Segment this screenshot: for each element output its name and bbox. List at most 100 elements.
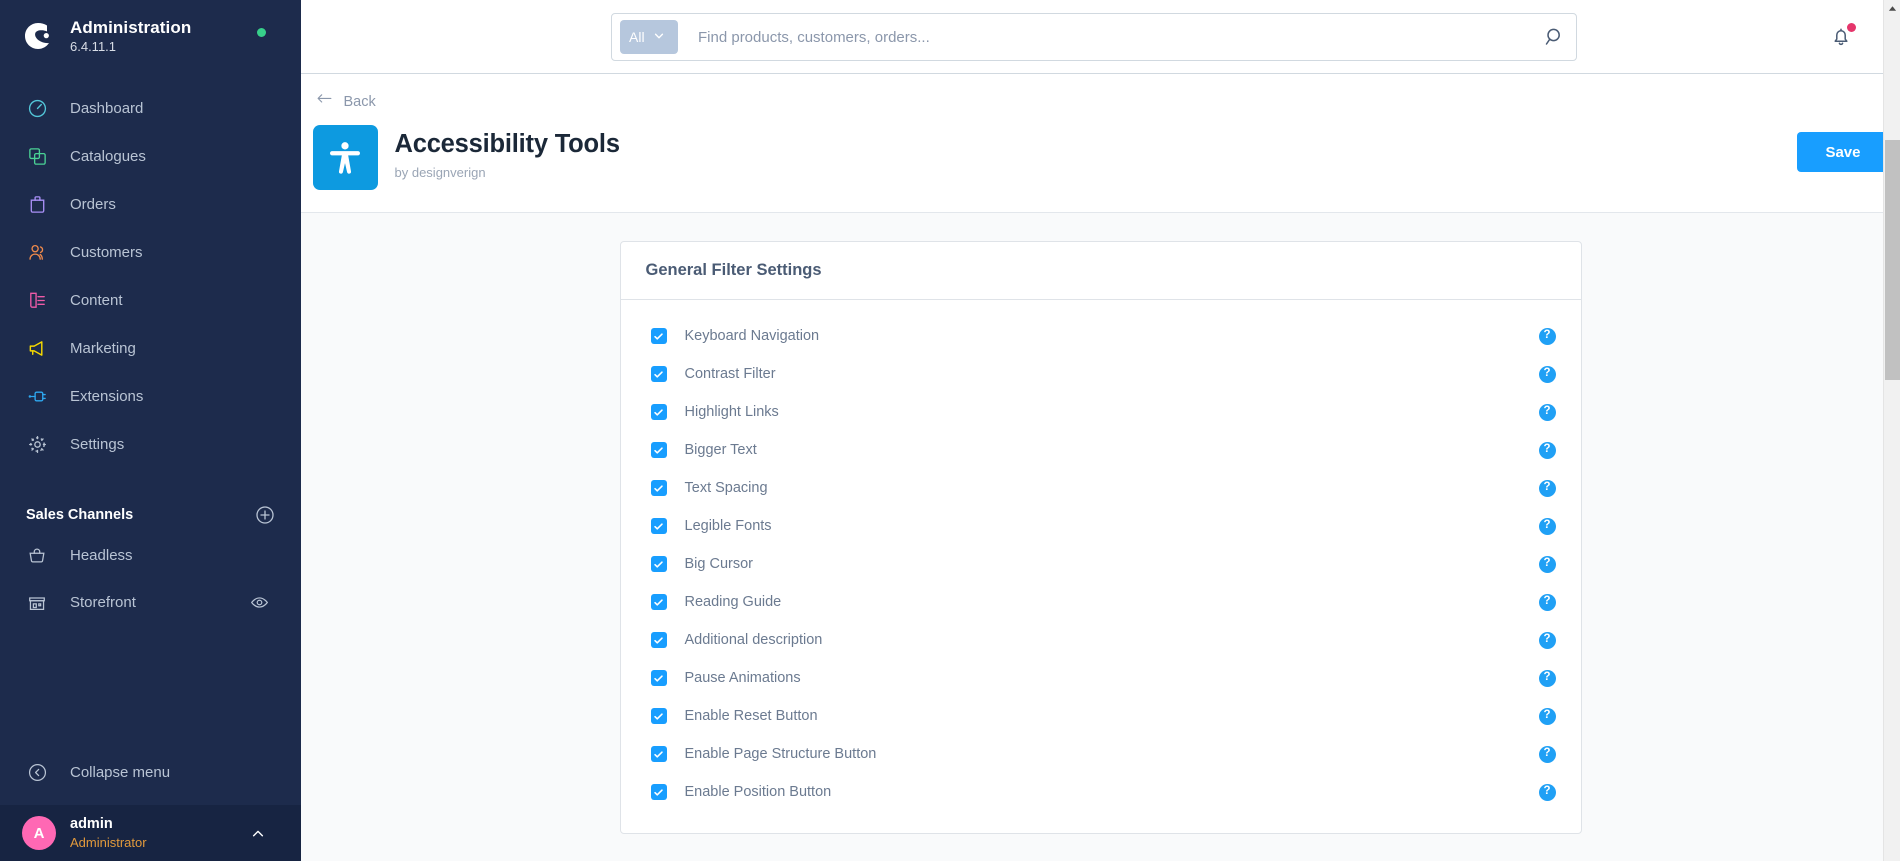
question-mark-icon[interactable]: ? <box>1538 365 1556 383</box>
card-title: General Filter Settings <box>620 242 1581 300</box>
chevron-down-icon <box>653 29 665 45</box>
checkbox-highlight-links[interactable] <box>650 404 667 420</box>
option-row: Reading Guide? <box>621 583 1581 621</box>
option-label: Highlight Links <box>684 404 779 420</box>
question-mark-icon[interactable]: ? <box>1538 327 1556 345</box>
triangle-up-icon[interactable] <box>1884 0 1900 17</box>
checkbox-reading-guide[interactable] <box>650 594 667 610</box>
sidebar-item-orders[interactable]: Orders <box>0 180 301 228</box>
checkbox-enable-position-button[interactable] <box>650 784 667 800</box>
checkbox-bigger-text[interactable] <box>650 442 667 458</box>
search-scope-label: All <box>629 29 645 45</box>
storefront-icon <box>26 592 48 614</box>
chevron-left-circle-icon <box>26 761 48 783</box>
option-label: Bigger Text <box>684 442 757 458</box>
sidebar-item-label: Catalogues <box>70 147 146 165</box>
question-mark-icon[interactable]: ? <box>1538 669 1556 687</box>
sidebar-item-label: Marketing <box>70 339 136 357</box>
option-row: Enable Position Button? <box>621 773 1581 811</box>
plus-icon[interactable] <box>255 505 275 525</box>
sidebar-item-marketing[interactable]: Marketing <box>0 324 301 372</box>
checkbox-contrast-filter[interactable] <box>650 366 667 382</box>
app-header-row: Accessibility Tools by designverign <box>312 125 1889 190</box>
save-button[interactable]: Save <box>1797 132 1889 172</box>
sidebar-item-content[interactable]: Content <box>0 276 301 324</box>
page-scrollbar[interactable] <box>1883 0 1900 861</box>
user-role: Administrator <box>70 834 147 850</box>
question-mark-icon[interactable]: ? <box>1538 707 1556 725</box>
option-label: Text Spacing <box>684 480 768 496</box>
checkbox-big-cursor[interactable] <box>650 556 667 572</box>
scrollbar-thumb[interactable] <box>1885 140 1900 380</box>
search-scope-selector[interactable]: All <box>620 20 678 54</box>
option-label: Pause Animations <box>684 670 801 686</box>
brand-header[interactable]: Administration 6.4.11.1 <box>0 0 301 68</box>
option-label: Reading Guide <box>684 594 782 610</box>
chevron-up-icon[interactable] <box>251 827 265 846</box>
page-content: General Filter Settings Keyboard Navigat… <box>301 213 1900 861</box>
option-label: Contrast Filter <box>684 366 776 382</box>
question-mark-icon[interactable]: ? <box>1538 479 1556 497</box>
option-row: Additional description? <box>621 621 1581 659</box>
sidebar-item-label: Dashboard <box>70 99 144 117</box>
dashboard-icon <box>26 97 48 119</box>
main-area: All Find products, customers, orders... … <box>301 0 1900 861</box>
sidebar-item-label: Extensions <box>70 387 144 405</box>
sidebar-channel-headless[interactable]: Headless <box>0 532 301 579</box>
question-mark-icon[interactable]: ? <box>1538 555 1556 573</box>
eye-icon[interactable] <box>250 593 269 612</box>
question-mark-icon[interactable]: ? <box>1538 631 1556 649</box>
checkbox-pause-animations[interactable] <box>650 670 667 686</box>
checkbox-legible-fonts[interactable] <box>650 518 667 534</box>
option-label: Enable Reset Button <box>684 708 818 724</box>
shopware-logo-icon <box>20 18 56 54</box>
extensions-icon <box>26 385 48 407</box>
catalogues-icon <box>26 145 48 167</box>
back-button[interactable]: Back <box>315 92 376 112</box>
status-dot <box>257 28 266 37</box>
option-row: Enable Page Structure Button? <box>621 735 1581 773</box>
checkbox-text-spacing[interactable] <box>650 480 667 496</box>
sidebar-channel-label: Headless <box>70 547 133 565</box>
sidebar-item-dashboard[interactable]: Dashboard <box>0 84 301 132</box>
user-menu[interactable]: A admin Administrator <box>0 805 301 861</box>
sidebar-item-catalogues[interactable]: Catalogues <box>0 132 301 180</box>
question-mark-icon[interactable]: ? <box>1538 517 1556 535</box>
accessibility-icon <box>312 125 378 190</box>
sidebar-channel-storefront[interactable]: Storefront <box>0 579 301 626</box>
user-name: admin <box>70 815 113 832</box>
option-row: Bigger Text? <box>621 431 1581 469</box>
option-label: Big Cursor <box>684 556 754 572</box>
option-row: Highlight Links? <box>621 393 1581 431</box>
sidebar-item-extensions[interactable]: Extensions <box>0 372 301 420</box>
sidebar-item-label: Customers <box>70 243 143 261</box>
avatar: A <box>22 816 56 850</box>
sidebar: Administration 6.4.11.1 Dashboard Catalo… <box>0 0 301 861</box>
question-mark-icon[interactable]: ? <box>1538 783 1556 801</box>
search-icon[interactable] <box>1544 26 1566 48</box>
collapse-menu-button[interactable]: Collapse menu <box>0 747 301 797</box>
sidebar-item-settings[interactable]: Settings <box>0 420 301 468</box>
checkbox-additional-description[interactable] <box>650 632 667 648</box>
option-label: Keyboard Navigation <box>684 328 820 344</box>
question-mark-icon[interactable]: ? <box>1538 403 1556 421</box>
checkbox-enable-reset-button[interactable] <box>650 708 667 724</box>
option-row: Enable Reset Button? <box>621 697 1581 735</box>
question-mark-icon[interactable]: ? <box>1538 593 1556 611</box>
sidebar-item-label: Settings <box>70 435 125 453</box>
question-mark-icon[interactable]: ? <box>1538 441 1556 459</box>
sidebar-item-label: Orders <box>70 195 116 213</box>
customers-icon <box>26 241 48 263</box>
checkbox-enable-page-structure-button[interactable] <box>650 746 667 762</box>
sidebar-item-customers[interactable]: Customers <box>0 228 301 276</box>
question-mark-icon[interactable]: ? <box>1538 745 1556 763</box>
orders-icon <box>26 193 48 215</box>
option-row: Keyboard Navigation? <box>621 317 1581 355</box>
search-input[interactable] <box>678 28 1544 46</box>
option-row: Big Cursor? <box>621 545 1581 583</box>
checkbox-keyboard-navigation[interactable] <box>650 328 667 344</box>
option-label: Enable Position Button <box>684 784 832 800</box>
general-filter-settings-card: General Filter Settings Keyboard Navigat… <box>619 241 1582 834</box>
sales-channels-title: Sales Channels <box>26 507 134 524</box>
